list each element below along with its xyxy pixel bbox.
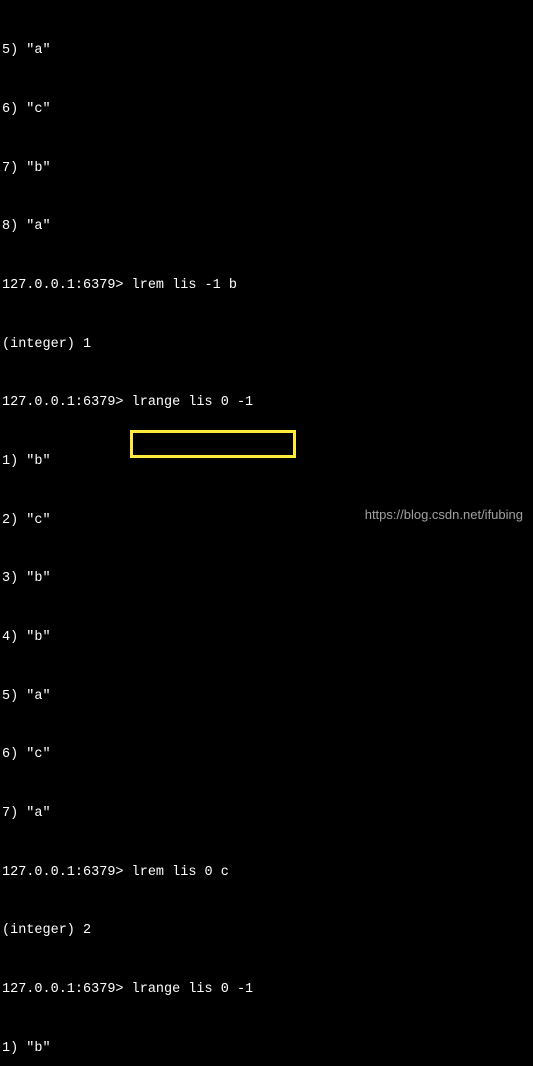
output-line: (integer) 2 [2, 921, 531, 941]
output-line: 3) "b" [2, 569, 531, 589]
output-line: 5) "a" [2, 41, 531, 61]
command-line: 127.0.0.1:6379> lrem lis -1 b [2, 276, 531, 296]
output-line: (integer) 1 [2, 335, 531, 355]
command-line: 127.0.0.1:6379> lrange lis 0 -1 [2, 393, 531, 413]
output-line: 1) "b" [2, 1039, 531, 1059]
command-line: 127.0.0.1:6379> lrange lis 0 -1 [2, 980, 531, 1000]
output-line: 6) "c" [2, 745, 531, 765]
command-line: 127.0.0.1:6379> lrem lis 0 c [2, 863, 531, 883]
output-line: 7) "a" [2, 804, 531, 824]
output-line: 1) "b" [2, 452, 531, 472]
output-line: 6) "c" [2, 100, 531, 120]
output-line: 7) "b" [2, 159, 531, 179]
terminal-output: 5) "a" 6) "c" 7) "b" 8) "a" 127.0.0.1:63… [2, 2, 531, 1066]
watermark-text: https://blog.csdn.net/ifubing [365, 506, 523, 525]
output-line: 5) "a" [2, 687, 531, 707]
output-line: 4) "b" [2, 628, 531, 648]
output-line: 8) "a" [2, 217, 531, 237]
